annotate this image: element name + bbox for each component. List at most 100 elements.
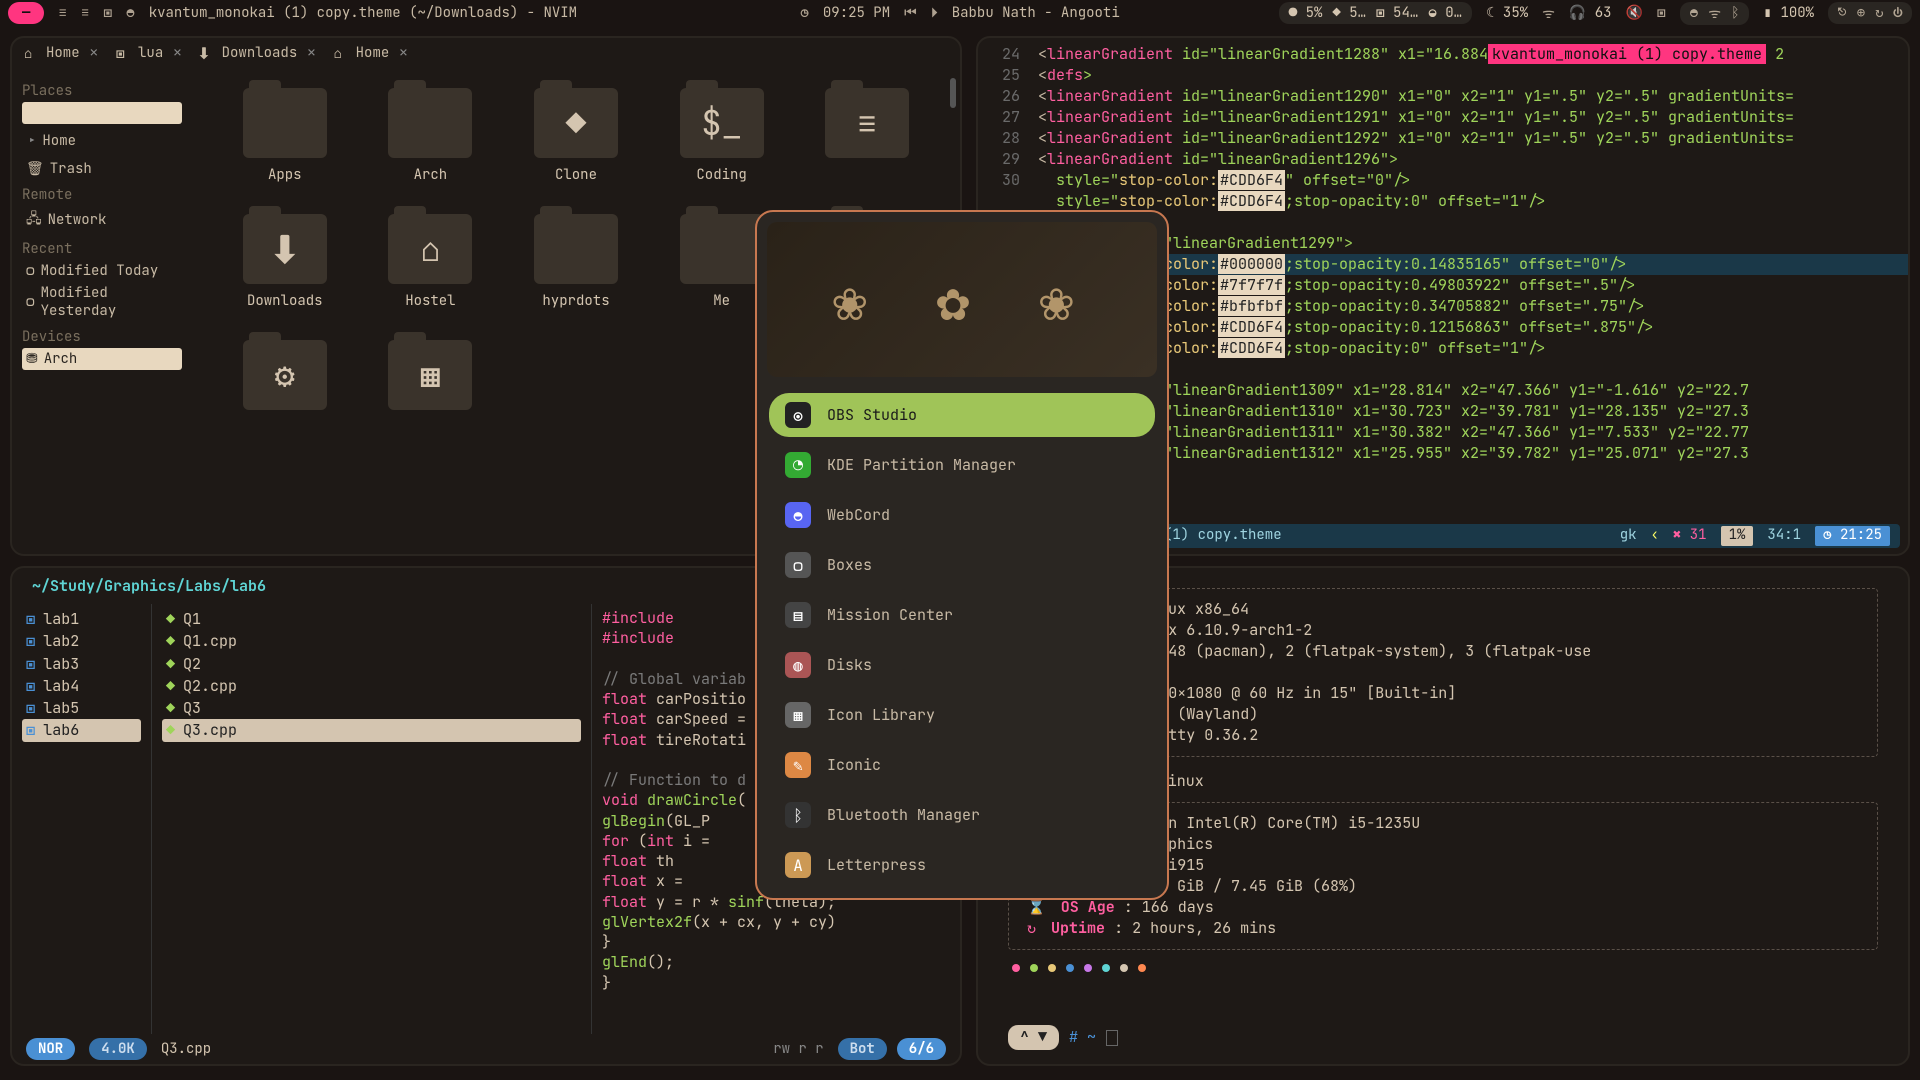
- media-play-icon[interactable]: ⏵: [931, 4, 938, 22]
- lab-item[interactable]: ▣lab5: [22, 697, 141, 719]
- lab-item[interactable]: ▣lab3: [22, 653, 141, 675]
- file-item[interactable]: ◆Q1.cpp: [162, 630, 581, 652]
- scrollbar-thumb[interactable]: [950, 78, 956, 108]
- menu-icon[interactable]: ☰: [58, 4, 67, 22]
- folder-item[interactable]: Arch: [368, 88, 494, 184]
- folder-item[interactable]: $_ Coding: [659, 88, 785, 184]
- fm-tab[interactable]: ▣lua✕: [116, 44, 182, 62]
- folder-item[interactable]: ⌂Hostel: [368, 214, 494, 310]
- file-item[interactable]: ◆Q3.cpp: [162, 719, 581, 741]
- color-dot: [1120, 964, 1128, 972]
- discord-icon[interactable]: ◓: [126, 4, 135, 22]
- close-icon[interactable]: ✕: [173, 44, 181, 62]
- color-dot: [1138, 964, 1146, 972]
- list-icon[interactable]: ≡: [81, 4, 89, 22]
- search-input[interactable]: [22, 102, 182, 124]
- tab-label: Downloads: [222, 44, 298, 62]
- chevron-left-icon: ‹: [1651, 526, 1659, 546]
- tray-wifi-icon[interactable]: ᯤ: [1708, 4, 1721, 23]
- launcher-item[interactable]: ◍Disks: [769, 643, 1155, 687]
- sidebar-item-network[interactable]: 🖧 Network: [22, 206, 182, 234]
- tray-bt-icon[interactable]: ᛒ: [1731, 4, 1739, 22]
- folder-icon[interactable]: ▣: [103, 4, 112, 22]
- folder-item[interactable]: ◆Clone: [513, 88, 639, 184]
- net-stat: ◒ 0…: [1428, 4, 1462, 22]
- app-launcher[interactable]: ◉OBS Studio ◔KDE Partition Manager ◓WebCor…: [755, 210, 1169, 900]
- lab-label: lab6: [43, 720, 79, 740]
- permissions: rw r r: [773, 1040, 823, 1058]
- lab-item[interactable]: ▣lab6: [22, 719, 141, 741]
- media-prev-icon[interactable]: ⏮: [904, 4, 917, 22]
- brightness-indicator[interactable]: ☾ 35%: [1486, 4, 1528, 22]
- folder-item[interactable]: ⬇Downloads: [222, 214, 348, 310]
- bot-badge: Bot: [838, 1038, 887, 1060]
- close-icon[interactable]: ✕: [307, 44, 315, 62]
- folder-item[interactable]: ⚙: [222, 340, 348, 418]
- lab-label: lab5: [43, 698, 79, 718]
- wifi-icon[interactable]: ᯤ: [1542, 4, 1555, 23]
- folder-item[interactable]: ≡: [804, 88, 930, 184]
- file-icon: ◆: [166, 676, 175, 696]
- launcher-item[interactable]: ◓WebCord: [769, 493, 1155, 537]
- folder-label: Coding: [696, 166, 746, 184]
- app-icon: ✎: [785, 752, 811, 778]
- launcher-item[interactable]: ◉OBS Studio: [769, 393, 1155, 437]
- app-label: KDE Partition Manager: [827, 455, 1016, 475]
- power-icon[interactable]: ⏻: [1894, 4, 1902, 22]
- restart-icon[interactable]: ↻: [1875, 4, 1883, 22]
- mute-icon[interactable]: 🔇: [1626, 4, 1643, 22]
- file-item[interactable]: ◆Q2.cpp: [162, 675, 581, 697]
- file-item[interactable]: ◆Q3: [162, 697, 581, 719]
- lab-item[interactable]: ▣lab4: [22, 675, 141, 697]
- folder-item[interactable]: Apps: [222, 88, 348, 184]
- file-item[interactable]: ◆Q1: [162, 608, 581, 630]
- mem-stat: ◆ 5…: [1332, 4, 1366, 22]
- launcher-item[interactable]: ▢Boxes: [769, 543, 1155, 587]
- launcher-item[interactable]: ALetterpress: [769, 843, 1155, 887]
- lab-item[interactable]: ▣lab1: [22, 608, 141, 630]
- lock-icon[interactable]: ⎋: [1838, 4, 1847, 22]
- launcher-item[interactable]: ✎Iconic: [769, 743, 1155, 787]
- breadcrumb-home[interactable]: Home: [42, 132, 76, 150]
- close-icon[interactable]: ✕: [399, 44, 407, 62]
- fm-tab[interactable]: ⌂Home✕: [334, 44, 408, 62]
- tab-label: lua: [138, 44, 163, 62]
- launcher-item[interactable]: ▤Mission Center: [769, 593, 1155, 637]
- volume-indicator[interactable]: 🎧 63: [1569, 4, 1612, 22]
- close-icon[interactable]: ✕: [90, 44, 98, 62]
- app-icon: ▢: [785, 552, 811, 578]
- lab-item[interactable]: ▣lab2: [22, 630, 141, 652]
- file-icon: ◆: [166, 609, 175, 629]
- folder-item[interactable]: ▦: [368, 340, 494, 418]
- fm-tab[interactable]: ⬇Downloads✕: [200, 44, 316, 62]
- code-line: 24<linearGradient id="linearGradient1288…: [978, 44, 1908, 65]
- sidebar-item-arch[interactable]: ⛃ Arch: [22, 348, 182, 370]
- fm-tab[interactable]: ⌂Home✕: [24, 44, 98, 62]
- app-label: Bluetooth Manager: [827, 805, 980, 825]
- battery-indicator[interactable]: ▮ 100%: [1763, 4, 1814, 22]
- folder-overlay-icon: $_: [680, 88, 764, 158]
- launcher-item[interactable]: ᛒ Bluetooth Manager: [769, 793, 1155, 837]
- app-label: WebCord: [827, 505, 890, 525]
- app-icon: ᛒ: [785, 802, 811, 828]
- fetch-row: ↻ Uptime : 2 hours, 26 mins: [1027, 918, 1859, 939]
- notif-icon[interactable]: ▣: [1657, 4, 1666, 22]
- sidebar-item-trash[interactable]: 🗑 Trash: [22, 158, 182, 180]
- folder-item[interactable]: hyprdots: [513, 214, 639, 310]
- launcher-item[interactable]: ▦Icon Library: [769, 693, 1155, 737]
- workspace-indicator[interactable]: —: [8, 2, 44, 24]
- status-position: 34:1: [1767, 526, 1801, 546]
- folder-label: Hostel: [405, 292, 455, 310]
- logout-icon[interactable]: ⊕: [1857, 4, 1865, 22]
- sys-stats[interactable]: ● 5% ◆ 5… ▣ 54… ◒ 0…: [1279, 2, 1472, 24]
- fetch-footer: ^ ▼ # ~: [1008, 1025, 1118, 1050]
- launcher-item[interactable]: ◔KDE Partition Manager: [769, 443, 1155, 487]
- sidebar-item-yesterday[interactable]: ▢ Modified Yesterday: [22, 282, 182, 322]
- status-time: ◷ 21:25: [1815, 526, 1890, 546]
- file-item[interactable]: ◆Q2: [162, 653, 581, 675]
- sidebar-item-today[interactable]: ▢ Modified Today: [22, 260, 182, 282]
- remote-header: Remote: [22, 186, 182, 204]
- now-playing[interactable]: Babbu Nath - Angooti: [952, 4, 1120, 22]
- tray-discord-icon[interactable]: ◓: [1690, 4, 1699, 22]
- home-icon: ⌂: [334, 45, 350, 61]
